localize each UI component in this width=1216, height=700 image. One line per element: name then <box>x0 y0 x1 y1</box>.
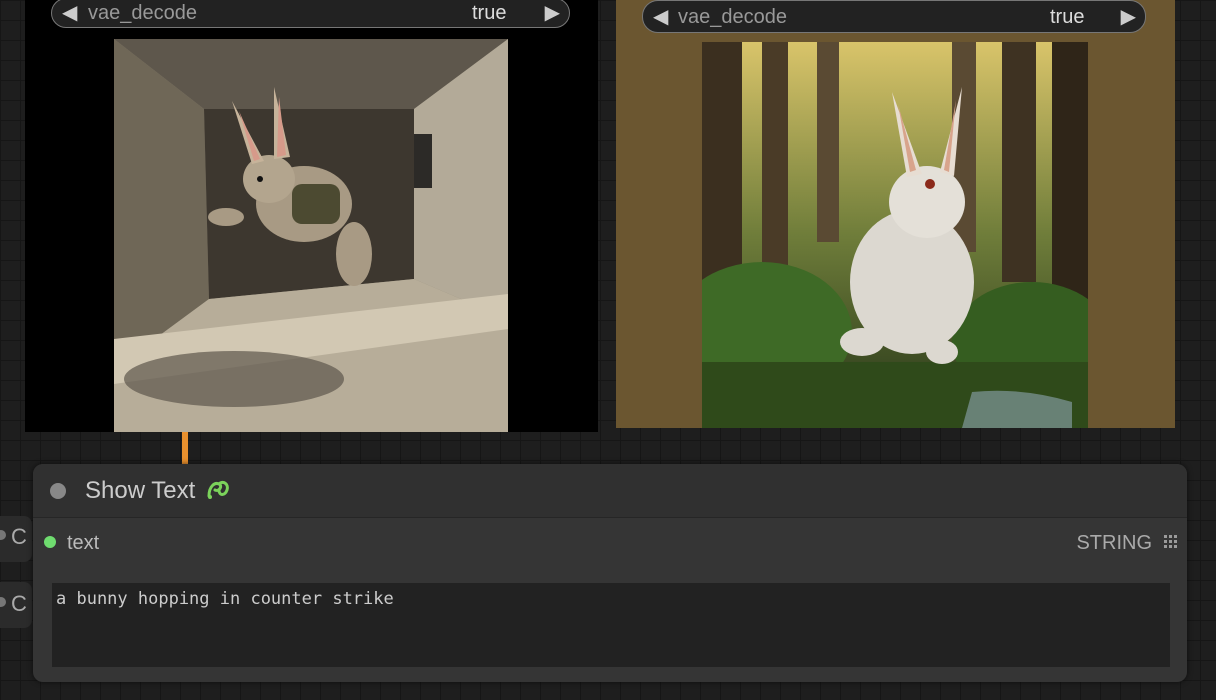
left-arrow-icon[interactable]: ◀ <box>653 4 668 29</box>
vae-decode-toggle-left[interactable]: ◀ vae_decode true ▶ <box>51 0 570 28</box>
vae-decode-toggle-right[interactable]: ◀ vae_decode true ▶ <box>642 0 1146 33</box>
input-dot[interactable] <box>0 597 6 607</box>
side-node-2[interactable]: C <box>0 582 32 628</box>
widget-value: true <box>1050 6 1085 28</box>
preview-image-bunny-counter-strike <box>114 39 508 432</box>
side-node-label: C <box>11 591 27 616</box>
side-node-1[interactable]: C <box>0 516 32 562</box>
collapse-dot-icon[interactable] <box>50 483 66 499</box>
preview-image-bunny-forest <box>702 42 1088 428</box>
widget-label: vae_decode <box>88 2 197 24</box>
preview-node-right[interactable]: ◀ vae_decode true ▶ <box>616 0 1175 428</box>
input-dot[interactable] <box>0 530 6 540</box>
widget-value: true <box>472 2 507 24</box>
preview-node-left[interactable]: ◀ vae_decode true ▶ <box>25 0 598 432</box>
side-node-label: C <box>11 524 27 549</box>
snake-badge-icon <box>205 476 231 507</box>
connection-wire[interactable] <box>182 432 188 466</box>
text-output-area[interactable]: a bunny hopping in counter strike <box>52 583 1170 667</box>
grid-icon[interactable] <box>1164 535 1178 554</box>
node-title: Show Text <box>85 477 196 504</box>
widget-label: vae_decode <box>678 6 787 28</box>
node-title-bar[interactable]: Show Text <box>33 464 1187 518</box>
output-type-label: STRING <box>1076 532 1152 554</box>
left-arrow-icon[interactable]: ◀ <box>62 0 77 25</box>
right-arrow-icon[interactable]: ▶ <box>545 0 560 25</box>
show-text-node[interactable]: Show Text text STRING a bunny hopping in… <box>33 464 1187 682</box>
text-input-label: text <box>67 532 100 554</box>
text-input-connector[interactable] <box>44 536 56 548</box>
right-arrow-icon[interactable]: ▶ <box>1121 4 1136 29</box>
